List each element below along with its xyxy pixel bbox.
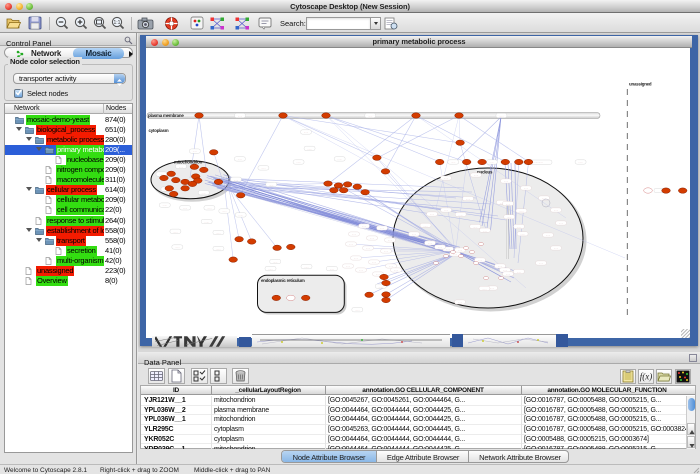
svg-text:......: ...... [193, 150, 198, 153]
svg-text:......: ...... [520, 233, 525, 236]
svg-text:......: ...... [304, 131, 309, 134]
svg-text:......: ...... [423, 224, 428, 227]
svg-text:......: ...... [330, 268, 335, 271]
svg-text:......: ...... [354, 257, 359, 260]
svg-text:......: ...... [444, 209, 449, 212]
svg-text:mitochondrion: mitochondrion [174, 160, 203, 165]
svg-text:......: ...... [483, 229, 488, 232]
svg-text:......: ...... [238, 158, 243, 161]
svg-text:......: ...... [359, 269, 364, 272]
svg-text:......: ...... [175, 246, 180, 249]
svg-text:......: ...... [444, 177, 449, 180]
svg-text:......: ...... [459, 214, 464, 217]
svg-text:......: ...... [490, 161, 495, 164]
svg-text:......: ...... [451, 161, 456, 164]
svg-text:......: ...... [179, 165, 184, 168]
svg-text:......: ...... [362, 225, 367, 228]
svg-text:......: ...... [458, 249, 463, 252]
svg-text:......: ...... [202, 192, 207, 195]
svg-text:......: ...... [376, 273, 381, 276]
svg-text:......: ...... [388, 239, 393, 242]
svg-text:......: ...... [239, 214, 244, 217]
svg-text:......: ...... [554, 247, 559, 250]
svg-text:......: ...... [428, 242, 433, 245]
svg-text:......: ...... [546, 234, 551, 237]
svg-text:......: ...... [519, 210, 524, 213]
svg-text:......: ...... [304, 266, 309, 269]
svg-text:......: ...... [163, 204, 168, 207]
svg-text:..............: .............. [533, 161, 543, 164]
svg-text:......: ...... [338, 158, 343, 161]
svg-text:......: ...... [507, 216, 512, 219]
svg-text:cytoplasm: cytoplasm [149, 128, 169, 133]
svg-text:......: ...... [261, 167, 266, 170]
svg-text:......: ...... [349, 243, 354, 246]
svg-text:......: ...... [478, 259, 483, 262]
svg-text:f(x): f(x) [640, 372, 653, 382]
svg-text:......: ...... [394, 269, 399, 272]
svg-text:......: ...... [222, 210, 227, 213]
svg-text:......: ...... [499, 115, 504, 118]
svg-text:......: ...... [216, 232, 221, 235]
svg-text:unassigned: unassigned [629, 82, 652, 87]
svg-text:......: ...... [366, 247, 371, 250]
svg-text:......: ...... [559, 222, 564, 225]
svg-text:......: ...... [524, 187, 529, 190]
svg-text:......: ...... [539, 262, 544, 265]
svg-text:......: ...... [352, 233, 357, 236]
svg-text:......: ...... [466, 198, 471, 201]
svg-text:......: ...... [307, 148, 312, 151]
svg-text:......: ...... [368, 115, 373, 118]
svg-text:1:1: 1:1 [114, 20, 121, 26]
svg-text:......: ...... [384, 250, 389, 253]
svg-text:endoplasmic reticulum: endoplasmic reticulum [261, 278, 305, 283]
svg-text:......: ...... [372, 261, 377, 264]
svg-text:......: ...... [389, 265, 394, 268]
svg-text:......: ...... [554, 209, 559, 212]
svg-text:......: ...... [355, 309, 360, 312]
svg-text:......: ...... [205, 221, 210, 224]
svg-text:......: ...... [269, 184, 274, 187]
svg-text:......: ...... [380, 227, 385, 230]
svg-text:......: ...... [346, 265, 351, 268]
svg-text:......: ...... [173, 230, 178, 233]
svg-text:......: ...... [273, 261, 278, 264]
svg-text:......: ...... [482, 288, 487, 291]
svg-text:......: ...... [268, 268, 273, 271]
svg-text:......: ...... [517, 271, 522, 274]
svg-text:......: ...... [504, 180, 509, 183]
svg-text:......: ...... [578, 161, 583, 164]
svg-text:......: ...... [296, 161, 301, 164]
svg-text:......: ...... [379, 285, 384, 288]
svg-text:......: ...... [446, 248, 451, 251]
svg-text:......: ...... [517, 226, 522, 229]
svg-text:......: ...... [506, 203, 511, 206]
svg-text:plasma membrane: plasma membrane [148, 113, 184, 118]
svg-text:......: ...... [238, 115, 243, 118]
svg-text:......: ...... [474, 174, 479, 177]
svg-text:......: ...... [473, 226, 478, 229]
svg-text:......: ...... [458, 301, 463, 304]
svg-text:......: ...... [183, 207, 188, 210]
svg-text:......: ...... [216, 248, 221, 251]
svg-text:......: ...... [412, 233, 417, 236]
svg-text:......: ...... [207, 207, 212, 210]
svg-text:......: ...... [438, 246, 443, 249]
svg-text:......: ...... [370, 237, 375, 240]
svg-text:......: ...... [498, 265, 503, 268]
svg-text:......: ...... [430, 213, 435, 216]
svg-text:......: ...... [490, 287, 495, 290]
svg-text:......: ...... [234, 178, 239, 181]
svg-text:......: ...... [506, 273, 511, 276]
